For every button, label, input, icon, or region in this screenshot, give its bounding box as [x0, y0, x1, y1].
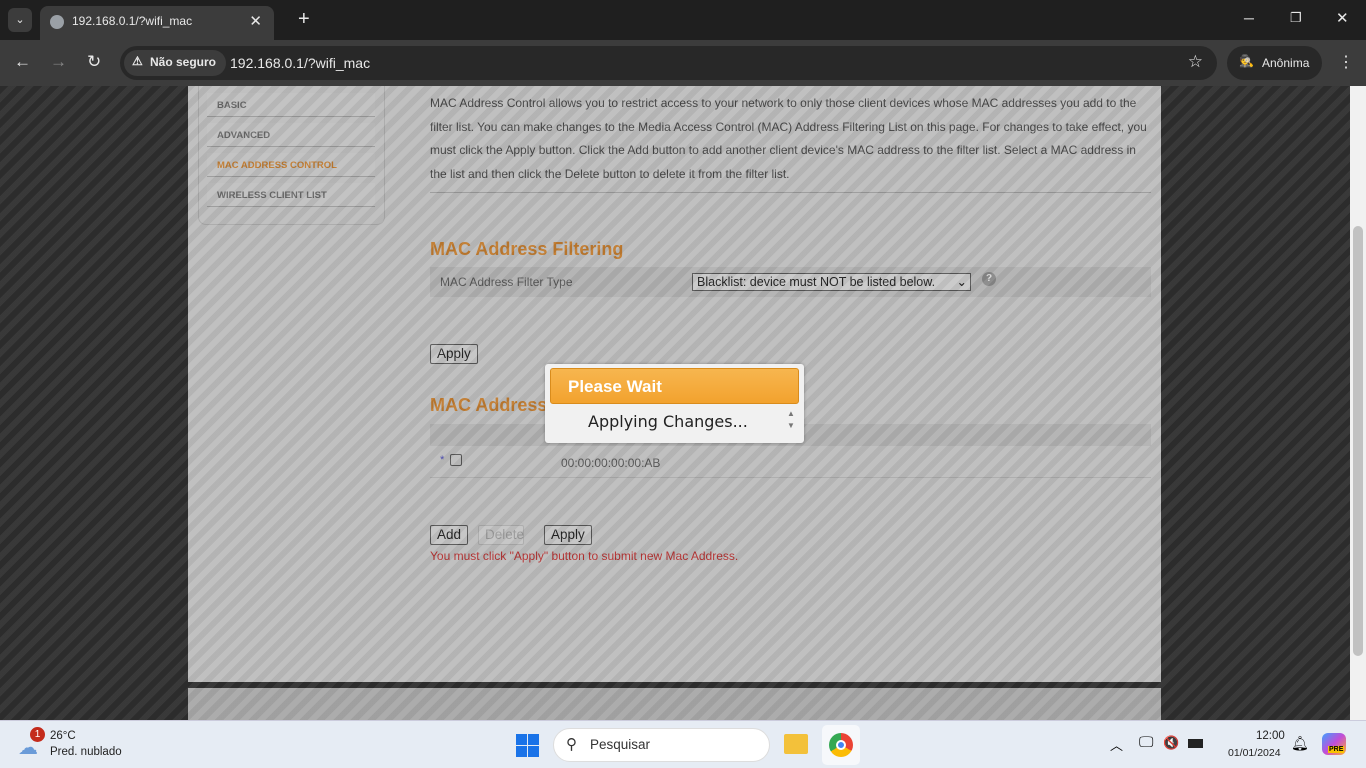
apply-button[interactable]: Apply [544, 525, 592, 545]
divider [430, 192, 1151, 193]
apply-warning: You must click "Apply" button to submit … [430, 549, 739, 563]
sidebar-item-basic[interactable]: BASIC [207, 93, 375, 117]
filter-type-label: MAC Address Filter Type [440, 275, 573, 289]
security-label: Não seguro [150, 55, 217, 69]
reload-icon[interactable]: ↻ [87, 52, 101, 72]
incognito-profile[interactable]: 🕵 Anônima [1227, 46, 1322, 80]
star-icon[interactable]: ☆ [1188, 52, 1203, 72]
taskbar-search[interactable]: ⚲ Pesquisar [553, 728, 770, 762]
restore-button[interactable]: ❐ [1290, 10, 1302, 26]
list-title: MAC Address [430, 395, 548, 415]
warning-icon: ⚠ [132, 54, 143, 68]
sidebar-item-advanced[interactable]: ADVANCED [207, 123, 375, 147]
copilot-badge: PRE [1328, 746, 1345, 753]
url-input[interactable]: ⚠ Não seguro 192.168.0.1/?wifi_mac ☆ [120, 46, 1217, 80]
bell-icon[interactable]: 🔔︎ [1291, 735, 1309, 752]
clock-date[interactable]: 01/01/2024 [1228, 747, 1281, 759]
weather-temp: 26°C [50, 730, 76, 742]
network-icon[interactable]: 🖵 [1139, 734, 1153, 751]
entry-checkbox[interactable] [450, 454, 462, 466]
page-content: BASIC ADVANCED MAC ADDRESS CONTROL WIREL… [0, 86, 1350, 720]
description: MAC Address Control allows you to restri… [430, 96, 1147, 181]
please-wait-dialog: Please Wait Applying Changes... ▲ ▼ [545, 364, 804, 443]
footer-panel [188, 688, 1161, 720]
back-icon[interactable]: ← [14, 52, 31, 72]
weather-desc: Pred. nublado [50, 746, 122, 758]
menu-icon[interactable]: ⋮ [1338, 52, 1354, 72]
profile-label: Anônima [1262, 56, 1310, 70]
notification-badge: 1 [30, 727, 45, 742]
globe-icon [50, 15, 64, 29]
close-window-button[interactable]: ✕ [1336, 9, 1349, 27]
incognito-icon: 🕵 [1239, 54, 1254, 68]
help-icon[interactable]: ? [982, 272, 996, 286]
filter-type-select[interactable]: Blacklist: device must NOT be listed bel… [692, 273, 971, 291]
security-chip[interactable]: ⚠ Não seguro [124, 50, 227, 76]
page-scrollbar[interactable] [1350, 86, 1366, 720]
file-explorer-icon[interactable] [784, 734, 808, 754]
search-icon: ⚲ [566, 736, 577, 753]
chevron-up-icon[interactable]: ︿ [1110, 735, 1123, 754]
copilot-icon[interactable]: PRE [1322, 733, 1346, 755]
apply-filter-type-button[interactable]: Apply [430, 344, 478, 364]
scrollbar-thumb[interactable] [1353, 226, 1363, 656]
mac-address: 00:00:00:00:00:AB [561, 456, 661, 470]
close-tab-icon[interactable]: ✕ [249, 12, 262, 30]
dialog-message: Applying Changes... [588, 412, 748, 431]
address-bar: ← → ↻ ⚠ Não seguro 192.168.0.1/?wifi_mac … [0, 40, 1366, 86]
filter-type-value: Blacklist: device must NOT be listed bel… [697, 275, 936, 289]
minimize-button[interactable]: ─ [1244, 10, 1254, 26]
delete-button[interactable]: Delete [478, 525, 524, 545]
taskbar: ☁ 1 26°C Pred. nublado ⚲ Pesquisar ︿ 🖵 🔇 … [0, 720, 1366, 768]
browser-tab[interactable]: 192.168.0.1/?wifi_mac ✕ [40, 6, 274, 40]
weather-widget[interactable]: ☁ 1 26°C Pred. nublado [16, 727, 136, 763]
url-text: 192.168.0.1/?wifi_mac [230, 55, 371, 71]
sidebar-item-wireless-client-list[interactable]: WIRELESS CLIENT LIST [207, 183, 375, 207]
chevron-down-icon: ⌄ [956, 275, 967, 289]
add-button[interactable]: Add [430, 525, 469, 545]
dialog-title: Please Wait [550, 368, 799, 404]
forward-icon[interactable]: → [50, 52, 67, 72]
scroll-arrows-icon[interactable]: ▲ ▼ [787, 408, 795, 432]
tab-bar: ⌄ 192.168.0.1/?wifi_mac ✕ + ─ ❐ ✕ [0, 0, 1366, 40]
tab-list-button[interactable]: ⌄ [8, 8, 32, 32]
battery-icon[interactable] [1188, 739, 1203, 748]
start-icon[interactable] [516, 734, 539, 757]
new-tab-button[interactable]: + [298, 8, 310, 31]
tab-title: 192.168.0.1/?wifi_mac [72, 14, 193, 28]
sidebar: BASIC ADVANCED MAC ADDRESS CONTROL WIREL… [198, 86, 385, 225]
volume-muted-icon[interactable]: 🔇 [1163, 735, 1179, 751]
required-marker: * [440, 454, 445, 466]
search-placeholder: Pesquisar [590, 737, 651, 752]
clock-time[interactable]: 12:00 [1256, 730, 1285, 742]
chrome-icon[interactable] [822, 725, 860, 765]
filtering-title: MAC Address Filtering [430, 239, 624, 259]
table-row: * 00:00:00:00:00:AB [430, 448, 1151, 478]
sidebar-item-mac-address-control[interactable]: MAC ADDRESS CONTROL [207, 153, 375, 177]
